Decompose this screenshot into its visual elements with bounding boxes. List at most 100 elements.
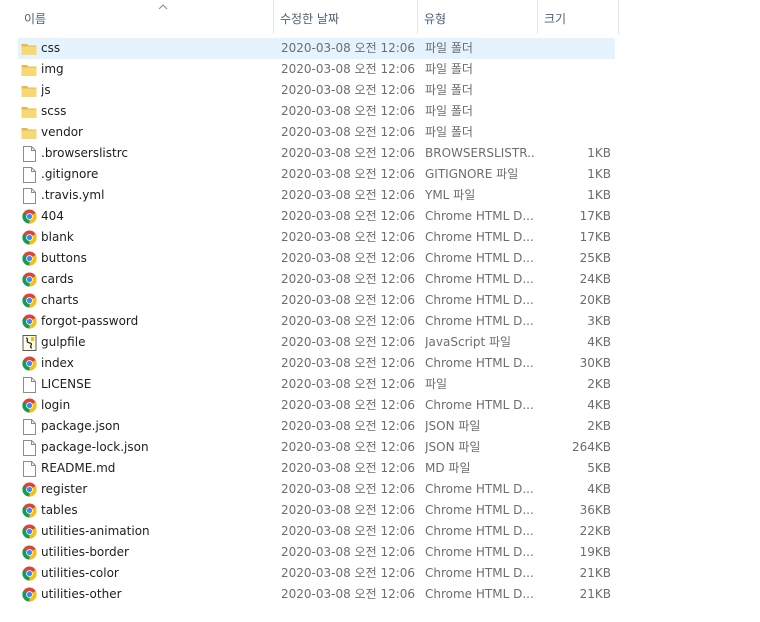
column-header-type[interactable]: 유형 bbox=[418, 0, 538, 34]
file-name: .travis.yml bbox=[41, 188, 105, 202]
file-name: login bbox=[41, 398, 71, 412]
file-icon bbox=[21, 458, 37, 479]
file-row[interactable]: README.md 2020-03-08 오전 12:06 MD 파일 5KB bbox=[0, 458, 620, 479]
file-type: Chrome HTML D... bbox=[425, 482, 534, 496]
file-icon bbox=[21, 185, 37, 206]
file-row[interactable]: utilities-other 2020-03-08 오전 12:06 Chrome… bbox=[0, 584, 620, 605]
file-row[interactable]: css 2020-03-08 오전 12:06 파일 폴더 bbox=[0, 38, 620, 59]
chrome-icon bbox=[21, 395, 37, 416]
file-row[interactable]: tables 2020-03-08 오전 12:06 Chrome HTML D..… bbox=[0, 500, 620, 521]
file-row[interactable]: .browserslistrc 2020-03-08 오전 12:06 BROWSE… bbox=[0, 143, 620, 164]
file-row[interactable]: package-lock.json 2020-03-08 오전 12:06 JSON… bbox=[0, 437, 620, 458]
chrome-icon bbox=[21, 563, 37, 584]
file-modified-date: 2020-03-08 오전 12:06 bbox=[281, 83, 416, 97]
file-modified-date: 2020-03-08 오전 12:06 bbox=[281, 167, 416, 181]
chrome-icon bbox=[21, 248, 37, 269]
column-header-type-label: 유형 bbox=[424, 12, 447, 26]
file-modified-date: 2020-03-08 오전 12:06 bbox=[281, 335, 416, 349]
file-row[interactable]: utilities-border 2020-03-08 오전 12:06 Chrom… bbox=[0, 542, 620, 563]
file-type: Chrome HTML D... bbox=[425, 587, 534, 601]
file-row[interactable]: login 2020-03-08 오전 12:06 Chrome HTML D...… bbox=[0, 395, 620, 416]
file-size: 5KB bbox=[587, 461, 611, 475]
file-row[interactable]: blank 2020-03-08 오전 12:06 Chrome HTML D...… bbox=[0, 227, 620, 248]
file-row[interactable]: buttons 2020-03-08 오전 12:06 Chrome HTML D.… bbox=[0, 248, 620, 269]
file-row[interactable]: index 2020-03-08 오전 12:06 Chrome HTML D...… bbox=[0, 353, 620, 374]
file-type: 파일 폴더 bbox=[425, 41, 473, 55]
file-name: 404 bbox=[41, 209, 64, 223]
file-row[interactable]: register 2020-03-08 오전 12:06 Chrome HTML D… bbox=[0, 479, 620, 500]
chrome-icon bbox=[21, 542, 37, 563]
file-type: Chrome HTML D... bbox=[425, 503, 534, 517]
file-row[interactable]: scss 2020-03-08 오전 12:06 파일 폴더 bbox=[0, 101, 620, 122]
file-type: 파일 폴더 bbox=[425, 125, 473, 139]
file-type: Chrome HTML D... bbox=[425, 398, 534, 412]
file-type: 파일 폴더 bbox=[425, 62, 473, 76]
folder-icon bbox=[21, 122, 37, 143]
file-type: Chrome HTML D... bbox=[425, 230, 534, 244]
file-size: 2KB bbox=[587, 377, 611, 391]
file-size: 3KB bbox=[587, 314, 611, 328]
file-modified-date: 2020-03-08 오전 12:06 bbox=[281, 524, 416, 538]
file-row[interactable]: package.json 2020-03-08 오전 12:06 JSON 파일 2K… bbox=[0, 416, 620, 437]
file-size bbox=[540, 122, 611, 143]
file-modified-date: 2020-03-08 오전 12:06 bbox=[281, 545, 416, 559]
file-icon bbox=[21, 164, 37, 185]
chrome-icon bbox=[21, 269, 37, 290]
file-type: MD 파일 bbox=[425, 461, 471, 475]
chrome-icon bbox=[21, 353, 37, 374]
file-size: 22KB bbox=[579, 524, 611, 538]
file-size: 4KB bbox=[587, 482, 611, 496]
file-row[interactable]: vendor 2020-03-08 오전 12:06 파일 폴더 bbox=[0, 122, 620, 143]
file-modified-date: 2020-03-08 오전 12:06 bbox=[281, 62, 416, 76]
file-name: cards bbox=[41, 272, 74, 286]
file-row[interactable]: img 2020-03-08 오전 12:06 파일 폴더 bbox=[0, 59, 620, 80]
file-modified-date: 2020-03-08 오전 12:06 bbox=[281, 125, 416, 139]
file-modified-date: 2020-03-08 오전 12:06 bbox=[281, 314, 416, 328]
chrome-icon bbox=[21, 584, 37, 605]
file-size: 2KB bbox=[587, 419, 611, 433]
file-name: img bbox=[41, 62, 64, 76]
file-row[interactable]: utilities-color 2020-03-08 오전 12:06 Chrome… bbox=[0, 563, 620, 584]
chrome-icon bbox=[21, 206, 37, 227]
column-header-date[interactable]: 수정한 날짜 bbox=[274, 0, 418, 34]
file-size: 1KB bbox=[587, 167, 611, 181]
file-type: GITIGNORE 파일 bbox=[425, 167, 519, 181]
file-row[interactable]: js 2020-03-08 오전 12:06 파일 폴더 bbox=[0, 80, 620, 101]
file-name: forgot-password bbox=[41, 314, 139, 328]
file-name: gulpfile bbox=[41, 335, 86, 349]
file-row[interactable]: gulpfile 2020-03-08 오전 12:06 JavaScript 파일… bbox=[0, 332, 620, 353]
file-type: JSON 파일 bbox=[425, 419, 481, 433]
file-type: Chrome HTML D... bbox=[425, 314, 534, 328]
file-row[interactable]: .gitignore 2020-03-08 오전 12:06 GITIGNORE 파… bbox=[0, 164, 620, 185]
file-modified-date: 2020-03-08 오전 12:06 bbox=[281, 377, 416, 391]
file-type: Chrome HTML D... bbox=[425, 356, 534, 370]
folder-icon bbox=[21, 80, 37, 101]
file-type: 파일 bbox=[425, 377, 448, 391]
file-modified-date: 2020-03-08 오전 12:06 bbox=[281, 146, 416, 160]
file-row[interactable]: .travis.yml 2020-03-08 오전 12:06 YML 파일 1KB bbox=[0, 185, 620, 206]
file-name: utilities-other bbox=[41, 587, 122, 601]
file-modified-date: 2020-03-08 오전 12:06 bbox=[281, 566, 416, 580]
file-size bbox=[540, 59, 611, 80]
file-modified-date: 2020-03-08 오전 12:06 bbox=[281, 272, 416, 286]
file-row[interactable]: utilities-animation 2020-03-08 오전 12:06 Ch… bbox=[0, 521, 620, 542]
file-size: 36KB bbox=[579, 503, 611, 517]
column-header-size[interactable]: 크기 bbox=[538, 0, 619, 34]
file-size bbox=[540, 101, 611, 122]
column-header-name[interactable]: 이름 bbox=[18, 0, 274, 34]
file-row[interactable]: 404 2020-03-08 오전 12:06 Chrome HTML D... 17… bbox=[0, 206, 620, 227]
file-row[interactable]: charts 2020-03-08 오전 12:06 Chrome HTML D..… bbox=[0, 290, 620, 311]
file-row[interactable]: LICENSE 2020-03-08 오전 12:06 파일 2KB bbox=[0, 374, 620, 395]
file-row[interactable]: forgot-password 2020-03-08 오전 12:06 Chrome… bbox=[0, 311, 620, 332]
file-name: index bbox=[41, 356, 74, 370]
file-type: YML 파일 bbox=[425, 188, 476, 202]
file-list: css 2020-03-08 오전 12:06 파일 폴더 img 2020-03-08… bbox=[0, 38, 620, 605]
file-modified-date: 2020-03-08 오전 12:06 bbox=[281, 251, 416, 265]
file-row[interactable]: cards 2020-03-08 오전 12:06 Chrome HTML D...… bbox=[0, 269, 620, 290]
file-name: css bbox=[41, 41, 61, 55]
file-size: 30KB bbox=[579, 356, 611, 370]
file-type: JavaScript 파일 bbox=[425, 335, 512, 349]
file-icon bbox=[21, 416, 37, 437]
file-size bbox=[540, 80, 611, 101]
chrome-icon bbox=[21, 227, 37, 248]
